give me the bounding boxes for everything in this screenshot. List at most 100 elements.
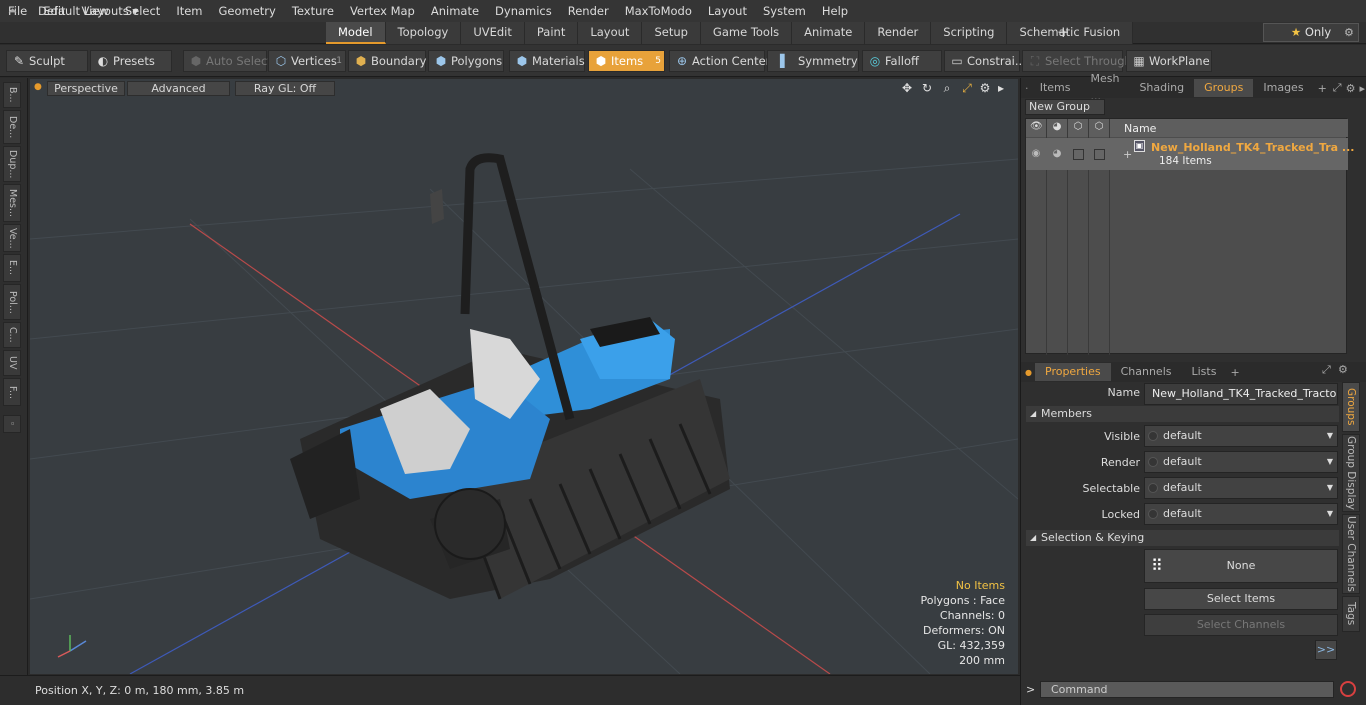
left-tab-deform[interactable]: De... xyxy=(3,110,21,144)
falloff-button[interactable]: ◎ Falloff xyxy=(862,50,942,72)
select-through-button[interactable]: ⛶ Select Through xyxy=(1022,50,1132,72)
shading-mode-dropdown[interactable]: Advanced xyxy=(127,81,230,96)
row-render-icon[interactable]: ◕ xyxy=(1051,148,1063,160)
lock-icon[interactable]: ⬡ xyxy=(1093,121,1105,133)
select-lock-icon[interactable]: ⬡ xyxy=(1072,121,1084,133)
visible-dropdown[interactable]: default ▼ xyxy=(1144,425,1338,447)
members-section[interactable]: ◢ Members xyxy=(1026,406,1339,422)
left-tab-uv[interactable]: UV xyxy=(3,350,21,376)
side-tab-group-display[interactable]: Group Display xyxy=(1342,434,1360,512)
side-tab-groups[interactable]: Groups xyxy=(1342,382,1360,432)
constraints-button[interactable]: ▭ Constrai... xyxy=(944,50,1026,72)
menu-texture[interactable]: Texture xyxy=(284,0,342,22)
locked-anim-dot[interactable] xyxy=(1148,509,1158,519)
tab-paint[interactable]: Paint xyxy=(524,22,579,44)
left-tab-b[interactable]: B... xyxy=(3,82,21,108)
tab-game-tools[interactable]: Game Tools xyxy=(700,22,793,44)
viewport-dot-icon[interactable]: ● xyxy=(34,82,42,92)
symmetry-button[interactable]: ▐ Symmetry xyxy=(767,50,859,72)
left-tab-fusion[interactable]: F... xyxy=(3,378,21,406)
row-lock-checkbox[interactable] xyxy=(1094,149,1105,160)
tab-properties[interactable]: Properties xyxy=(1035,363,1111,381)
perspective-dropdown[interactable]: Perspective xyxy=(47,81,125,96)
pan-icon[interactable]: ✥ xyxy=(900,81,914,95)
new-group-button[interactable]: New Group xyxy=(1025,99,1105,115)
layout-up-arrow-icon[interactable]: ⏶ xyxy=(8,4,22,18)
left-tab-duplicate[interactable]: Dup... xyxy=(3,146,21,182)
left-tab-curve[interactable]: C... xyxy=(3,322,21,348)
groups-list[interactable]: 👁 ◕ ⬡ ⬡ Name ◉ ◕ + ▣ New_Holland_TK4_Tra… xyxy=(1025,118,1354,355)
selectable-anim-dot[interactable] xyxy=(1148,483,1158,493)
visible-anim-dot[interactable] xyxy=(1148,431,1158,441)
tab-setup[interactable]: Setup xyxy=(642,22,701,44)
tab-uvedit[interactable]: UVEdit xyxy=(461,22,525,44)
select-channels-button[interactable]: Select Channels xyxy=(1144,614,1338,636)
maximize-icon[interactable]: ⤢ xyxy=(960,81,974,95)
render-anim-dot[interactable] xyxy=(1148,457,1158,467)
tab-shading[interactable]: Shading xyxy=(1129,79,1194,97)
viewport-gear-icon[interactable]: ⚙ xyxy=(978,81,992,95)
menu-help[interactable]: Help xyxy=(814,0,856,22)
sculpt-button[interactable]: ✎ Sculpt xyxy=(6,50,88,72)
menu-item[interactable]: Item xyxy=(168,0,210,22)
left-tab-edge[interactable]: E... xyxy=(3,254,21,282)
keying-none-button[interactable]: ⠿ None xyxy=(1144,549,1338,583)
group-name-field[interactable]: New_Holland_TK4_Tracked_Tractor_N xyxy=(1144,383,1338,405)
more-button[interactable]: >> xyxy=(1315,640,1337,660)
auto-select-button[interactable]: ⬢ Auto Select xyxy=(183,50,272,72)
locked-dropdown[interactable]: default ▼ xyxy=(1144,503,1338,525)
tab-render[interactable]: Render xyxy=(865,22,932,44)
selection-keying-section[interactable]: ◢ Selection & Keying xyxy=(1026,530,1339,546)
viewport-menu-arrow-icon[interactable]: ▸ xyxy=(994,81,1008,95)
tab-groups[interactable]: Groups xyxy=(1194,79,1254,97)
tab-model[interactable]: Model xyxy=(326,22,386,44)
tab-images[interactable]: Images xyxy=(1253,79,1313,97)
panel-expand-icon[interactable]: ⤢ xyxy=(1331,81,1344,95)
3d-viewport[interactable]: No Items Polygons : Face Channels: 0 Def… xyxy=(30,79,1018,674)
items-button[interactable]: ⬢ Items 5 xyxy=(588,50,665,72)
side-tab-tags[interactable]: Tags xyxy=(1342,596,1360,632)
layout-selector[interactable]: Default Layouts ▾ xyxy=(38,3,138,19)
menu-system[interactable]: System xyxy=(755,0,814,22)
row-select-checkbox[interactable] xyxy=(1073,149,1084,160)
menu-vertex-map[interactable]: Vertex Map xyxy=(342,0,423,22)
vertices-button[interactable]: ⬡ Vertices 1 xyxy=(268,50,346,72)
properties-dot-icon[interactable]: ● xyxy=(1021,368,1035,377)
zoom-icon[interactable]: ⌕ xyxy=(940,81,954,95)
menu-layout[interactable]: Layout xyxy=(700,0,755,22)
tab-items[interactable]: Items xyxy=(1030,79,1081,97)
panel-gear-icon[interactable]: ⚙ xyxy=(1344,82,1358,95)
boundary-button[interactable]: ⬢ Boundary xyxy=(348,50,426,72)
menu-geometry[interactable]: Geometry xyxy=(211,0,284,22)
tab-scripting[interactable]: Scripting xyxy=(931,22,1008,44)
gear-icon[interactable]: ⚙ xyxy=(1344,26,1354,39)
rotate-icon[interactable]: ↻ xyxy=(920,81,934,95)
properties-gear-icon[interactable]: ⚙ xyxy=(1338,363,1348,376)
menu-animate[interactable]: Animate xyxy=(423,0,487,22)
polygons-button[interactable]: ⬢ Polygons xyxy=(428,50,504,72)
add-panel-tab-icon[interactable]: + xyxy=(1314,82,1331,95)
action-center-button[interactable]: ⊕ Action Center xyxy=(669,50,770,72)
tab-channels[interactable]: Channels xyxy=(1111,363,1182,381)
raygl-dropdown[interactable]: Ray GL: Off xyxy=(235,81,335,96)
row-eye-icon[interactable]: ◉ xyxy=(1030,148,1042,160)
menu-dynamics[interactable]: Dynamics xyxy=(487,0,560,22)
left-tab-more[interactable]: ◦ xyxy=(3,415,21,433)
menu-render[interactable]: Render xyxy=(560,0,617,22)
menu-maxtomodo[interactable]: MaxToModo xyxy=(617,0,700,22)
presets-button[interactable]: ◐ Presets xyxy=(90,50,172,72)
selectable-dropdown[interactable]: default ▼ xyxy=(1144,477,1338,499)
add-tab-plus-icon[interactable]: + xyxy=(1057,22,1071,42)
tab-lists[interactable]: Lists xyxy=(1182,363,1227,381)
render-dropdown[interactable]: default ▼ xyxy=(1144,451,1338,473)
expand-plus-icon[interactable]: + xyxy=(1123,148,1132,161)
left-tab-polygon[interactable]: Pol... xyxy=(3,284,21,320)
command-input[interactable]: Command xyxy=(1040,681,1334,698)
properties-expand-icon[interactable]: ⤢ xyxy=(1322,363,1331,377)
render-icon[interactable]: ◕ xyxy=(1051,121,1063,133)
add-properties-tab-icon[interactable]: + xyxy=(1226,366,1243,379)
record-macro-icon[interactable] xyxy=(1340,681,1356,697)
panel-arrow-icon[interactable]: ▸ xyxy=(1357,82,1366,95)
side-tab-user-channels[interactable]: User Channels xyxy=(1342,514,1360,594)
tab-topology[interactable]: Topology xyxy=(385,22,462,44)
